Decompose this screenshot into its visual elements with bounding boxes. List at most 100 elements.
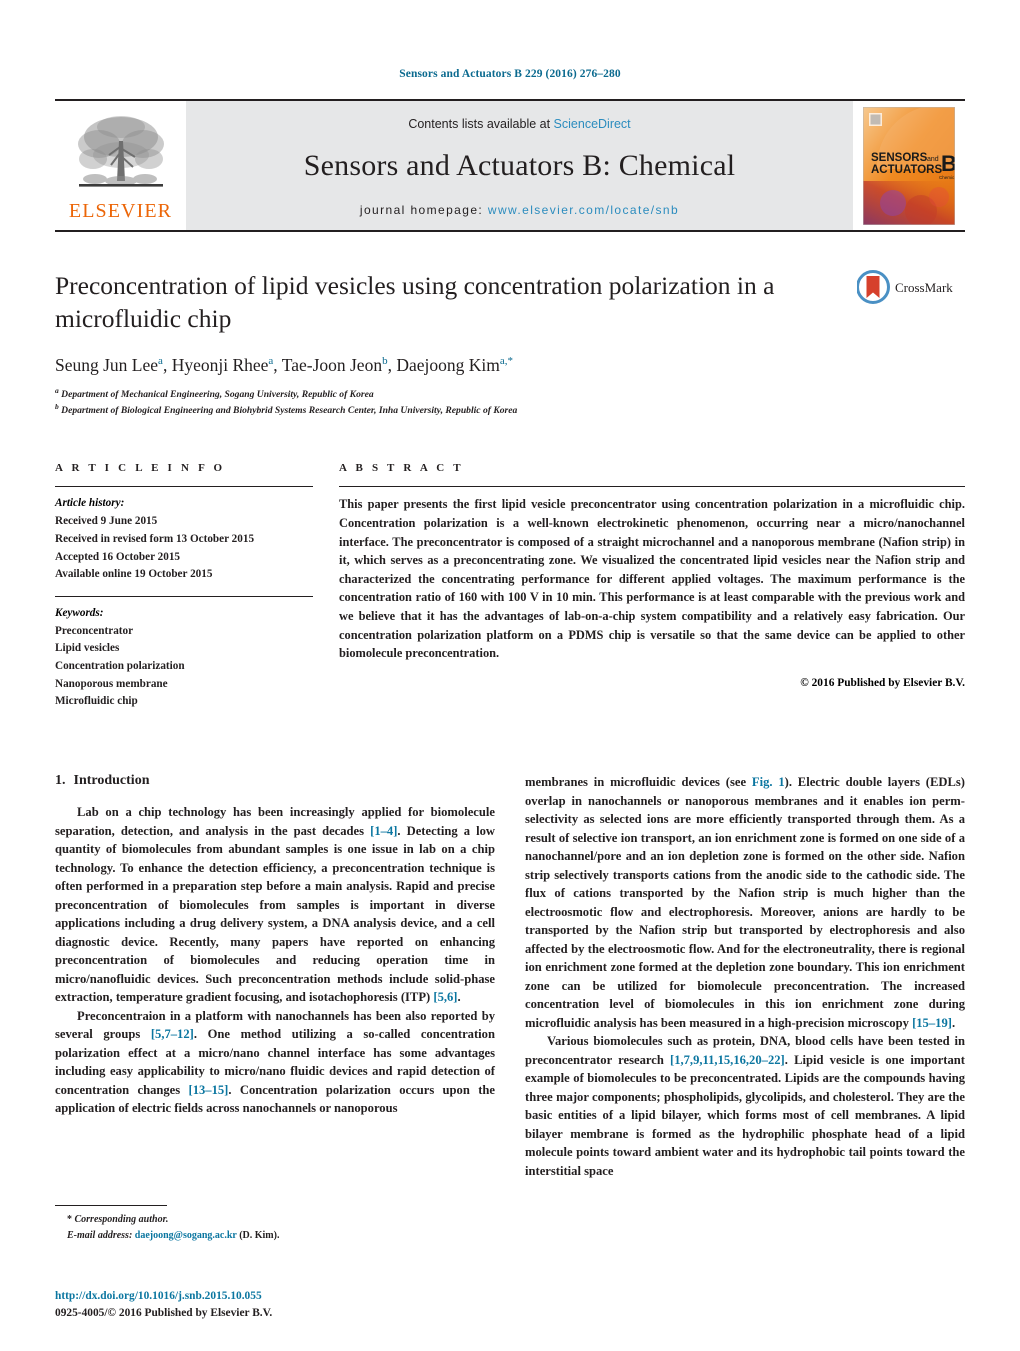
svg-text:SENSORS: SENSORS: [871, 152, 928, 164]
affiliation-item: b Department of Biological Engineering a…: [55, 402, 965, 418]
affiliation-item: a Department of Mechanical Engineering, …: [55, 386, 965, 402]
author-affiliation-marker: a: [268, 355, 274, 368]
issn-copyright-line: 0925-4005/© 2016 Published by Elsevier B…: [55, 1307, 273, 1320]
citation-link[interactable]: [1,7,9,11,15,16,20–22]: [670, 1053, 785, 1067]
section-title-text: Introduction: [73, 773, 150, 788]
keyword-item: Preconcentrator: [55, 624, 134, 637]
article-history-label: Article history:: [55, 497, 125, 510]
corresponding-author-note: * Corresponding author.: [55, 1212, 495, 1228]
homepage-label: journal homepage:: [359, 202, 484, 217]
author-name: Tae-Joon Jeon: [281, 355, 383, 376]
history-item: Available online 19 October 2015: [55, 568, 213, 581]
keyword-item: Microfluidic chip: [55, 695, 138, 708]
email-note: E-mail address: daejoong@sogang.ac.kr (D…: [55, 1228, 495, 1244]
journal-homepage-line: journal homepage: www.elsevier.com/locat…: [360, 203, 679, 217]
divider: [55, 486, 313, 488]
paragraph: Lab on a chip technology has been increa…: [55, 803, 495, 1007]
author-affiliation-marker: a,*: [499, 355, 513, 368]
info-abstract-section: A R T I C L E I N F O Article history: R…: [55, 462, 965, 711]
page-title: Preconcentration of lipid vesicles using…: [55, 271, 775, 333]
paragraph: Preconcentraion in a platform with nanoc…: [55, 1007, 495, 1118]
email-link[interactable]: daejoong@sogang.ac.kr: [135, 1230, 237, 1241]
divider: [339, 486, 965, 488]
affiliation-text: Department of Mechanical Engineering, So…: [61, 389, 374, 401]
author-affiliation-marker: a: [158, 355, 163, 368]
journal-masthead: ELSEVIER Contents lists available at Sci…: [55, 99, 965, 232]
svg-text:B: B: [941, 151, 955, 176]
body-column-left: 1. Introduction Lab on a chip technology …: [55, 773, 495, 1273]
affiliation-marker: b: [55, 402, 59, 412]
abstract-copyright: © 2016 Published by Elsevier B.V.: [800, 676, 965, 689]
contents-prefix: Contents lists available at: [408, 116, 554, 131]
figure-link[interactable]: Fig. 1: [752, 775, 785, 789]
text-run: ). Electric double layers (EDLs) overlap…: [525, 775, 965, 1030]
contents-available-line: Contents lists available at ScienceDirec…: [408, 117, 630, 131]
section-heading-introduction: 1. Introduction: [55, 773, 495, 789]
affiliation-text: Department of Biological Engineering and…: [61, 405, 518, 417]
citation-link[interactable]: [13–15]: [189, 1083, 229, 1097]
citation-link[interactable]: [15–19]: [912, 1016, 952, 1030]
svg-text:and: and: [927, 156, 939, 163]
author-entry[interactable]: Tae-Joon Jeonb: [282, 355, 388, 375]
journal-title: Sensors and Actuators B: Chemical: [303, 148, 736, 182]
title-block: Preconcentration of lipid vesicles using…: [55, 270, 965, 418]
keyword-item: Nanoporous membrane: [55, 677, 168, 690]
body-column-right: membranes in microfluidic devices (see F…: [525, 773, 965, 1273]
section-number: 1.: [55, 773, 66, 788]
history-item: Received 9 June 2015: [55, 515, 158, 528]
abstract-column: A B S T R A C T This paper presents the …: [339, 462, 965, 711]
affiliation-marker: a: [55, 386, 59, 396]
doi-link[interactable]: http://dx.doi.org/10.1016/j.snb.2015.10.…: [55, 1288, 515, 1305]
email-owner: (D. Kim).: [239, 1229, 280, 1241]
text-run: . Detecting a low quantity of biomolecul…: [55, 823, 495, 1005]
publisher-logo: ELSEVIER: [55, 101, 186, 230]
text-run: .: [457, 990, 461, 1004]
footnote-area: * Corresponding author. E-mail address: …: [55, 1205, 495, 1243]
article-page: Sensors and Actuators B 229 (2016) 276–2…: [0, 0, 1020, 1351]
keyword-item: Lipid vesicles: [55, 642, 120, 655]
author-name: Hyeonji Rhee: [171, 355, 269, 376]
body-columns: 1. Introduction Lab on a chip technology …: [55, 773, 965, 1273]
article-info-heading: A R T I C L E I N F O: [55, 462, 226, 475]
svg-text:ACTUATORS: ACTUATORS: [871, 164, 942, 176]
article-info-column: A R T I C L E I N F O Article history: R…: [55, 462, 313, 711]
masthead-center: Contents lists available at ScienceDirec…: [186, 101, 853, 230]
elsevier-tree-icon: [73, 111, 169, 199]
citation-link[interactable]: [1–4]: [370, 824, 397, 838]
author-entry[interactable]: Seung Jun Leea: [55, 355, 163, 375]
history-item: Received in revised form 13 October 2015: [55, 532, 255, 545]
author-entry[interactable]: Hyeonji Rheea: [172, 355, 274, 375]
journal-cover-thumbnail[interactable]: SENSORS and ACTUATORS B Chemical: [853, 101, 965, 230]
footnote-divider: [55, 1205, 167, 1206]
paragraph: membranes in microfluidic devices (see F…: [525, 773, 965, 1032]
author-list: Seung Jun Leea, Hyeonji Rheea, Tae-Joon …: [55, 355, 513, 376]
citation-link[interactable]: [5,6]: [433, 990, 457, 1004]
corresponding-text: Corresponding author.: [74, 1214, 169, 1225]
author-name: Daejoong Kim: [396, 355, 500, 376]
sciencedirect-link[interactable]: ScienceDirect: [554, 117, 631, 131]
crossmark-icon: CrossMark: [857, 270, 953, 304]
text-run: .: [951, 1015, 956, 1030]
text-run: . Lipid vesicle is one important example…: [525, 1052, 965, 1178]
citation-link[interactable]: [5,7–12]: [151, 1027, 194, 1041]
paragraph: Various biomolecules such as protein, DN…: [525, 1032, 965, 1180]
homepage-url-link[interactable]: www.elsevier.com/locate/snb: [488, 203, 679, 217]
abstract-heading: A B S T R A C T: [339, 462, 464, 475]
keyword-item: Concentration polarization: [55, 659, 185, 672]
svg-text:Chemical: Chemical: [939, 175, 955, 180]
corresponding-marker: *: [67, 1214, 72, 1225]
crossmark-badge[interactable]: CrossMark: [853, 270, 965, 304]
author-name: Seung Jun Lee: [55, 355, 159, 376]
text-run: membranes in microfluidic devices (see: [525, 775, 752, 789]
author-affiliation-marker: b: [382, 355, 388, 368]
keywords-label: Keywords:: [55, 606, 104, 619]
email-label: E-mail address:: [67, 1229, 133, 1241]
history-item: Accepted 16 October 2015: [55, 550, 181, 563]
footer-doi-block: http://dx.doi.org/10.1016/j.snb.2015.10.…: [55, 1288, 515, 1322]
crossmark-label: CrossMark: [895, 280, 953, 295]
running-head: Sensors and Actuators B 229 (2016) 276–2…: [399, 68, 621, 80]
author-entry[interactable]: Daejoong Kima,*: [396, 355, 513, 375]
affiliation-list: a Department of Mechanical Engineering, …: [55, 386, 965, 418]
divider: [55, 595, 313, 597]
elsevier-wordmark: ELSEVIER: [68, 199, 173, 222]
